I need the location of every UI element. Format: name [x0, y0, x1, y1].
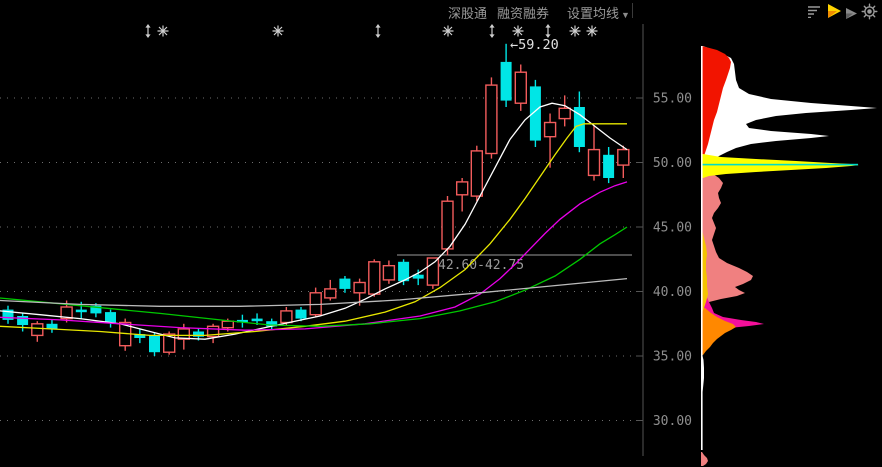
price-tick-label: 40.00 [653, 285, 692, 300]
candle [324, 279, 337, 301]
candle [617, 145, 630, 178]
updown-marker [375, 24, 381, 38]
updown-marker [489, 24, 495, 38]
gap-label: 42.60-42.75 [438, 258, 524, 273]
candle [603, 147, 615, 184]
candle [2, 305, 14, 324]
candle [206, 323, 220, 344]
updown-marker [545, 24, 551, 38]
candle [514, 64, 527, 111]
candle [31, 321, 44, 342]
chip-distribution [701, 46, 877, 466]
candle [382, 260, 396, 284]
star-marker [442, 25, 454, 37]
candle [17, 313, 29, 332]
candle [368, 259, 381, 297]
price-tick-label: 35.00 [653, 350, 692, 365]
price-tick-label: 45.00 [653, 221, 692, 236]
stock-chart-app: 深股通 融资融券 设置均线 ▼ 55.00 50.00 45.00 40.00 … [0, 0, 882, 467]
chip-layer-salmon [701, 166, 753, 305]
kline-chart[interactable]: 55.00 50.00 45.00 40.00 35.00 30.00 42.60-42.7… [0, 0, 882, 467]
star-marker [157, 25, 169, 37]
chart-canvas: 55.00 50.00 45.00 40.00 35.00 30.00 42.60-42.7… [0, 24, 877, 466]
candle [543, 113, 557, 168]
candle [456, 178, 469, 212]
candle [485, 77, 498, 159]
candle [309, 287, 322, 318]
star-marker [512, 25, 524, 37]
candlestick-series [2, 43, 630, 356]
high-price-label: ←59.20 [510, 37, 559, 53]
candle [46, 319, 58, 333]
star-marker [272, 25, 284, 37]
candle [134, 328, 146, 344]
price-tick-label: 55.00 [653, 92, 692, 107]
candle [573, 91, 585, 153]
chip-layer-yellow-band [701, 154, 859, 178]
candle [500, 43, 512, 107]
event-markers [145, 24, 598, 38]
star-marker [569, 25, 581, 37]
updown-marker [145, 24, 151, 38]
avg-cost-line [701, 163, 858, 166]
price-tick-label: 50.00 [653, 156, 692, 171]
price-gridlines: 55.00 50.00 45.00 40.00 35.00 30.00 [0, 24, 692, 456]
candle [470, 145, 483, 202]
candle [105, 309, 116, 328]
price-tick-label: 30.00 [653, 414, 692, 429]
candle [558, 95, 571, 127]
candle [412, 269, 424, 286]
candle [339, 276, 351, 293]
candle [441, 196, 454, 256]
chip-axis-line [701, 46, 703, 450]
star-marker [586, 25, 598, 37]
chip-layer-bottom-pink [701, 452, 708, 466]
candle [149, 332, 160, 356]
candle [587, 125, 601, 181]
